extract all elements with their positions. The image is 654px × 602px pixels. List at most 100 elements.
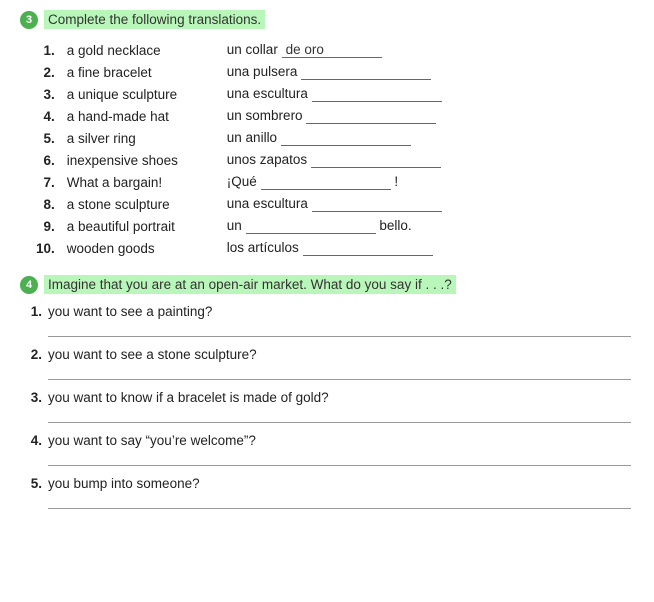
translation-row: 3.a unique sculpture una escultura [30,83,644,105]
section4-title-text: Imagine that you are at an open-air mark… [48,277,444,292]
translation-table: 1.a gold necklaceun collar de oro2.a fin… [30,39,644,259]
spanish-text: unos zapatos [221,149,644,171]
question-number: 4. [20,433,42,448]
suffix-text: ! [394,174,398,189]
english-text: wooden goods [61,237,221,259]
answer-line[interactable] [48,407,631,423]
translation-row: 8.a stone sculpture una escultura [30,193,644,215]
question-number: 2. [20,347,42,362]
question-row: 4. you want to say “you’re welcome”? [20,433,634,448]
translation-row: 5.a silver ring un anillo [30,127,644,149]
spanish-prefix: una escultura [227,86,312,101]
answer-underline [281,130,411,146]
answer-underline [312,196,442,212]
spanish-prefix: una pulsera [227,64,301,79]
answer-line[interactable] [48,493,631,509]
english-text: inexpensive shoes [61,149,221,171]
spanish-prefix: ¡Qué [227,174,261,189]
translation-row: 6.inexpensive shoes unos zapatos [30,149,644,171]
section4-title-suffix: ? [444,277,452,292]
answer-underline [261,174,391,190]
spanish-prefix: un [227,218,246,233]
spanish-text: una escultura [221,83,644,105]
translation-row: 4.a hand-made hat un sombrero [30,105,644,127]
answer-underline [303,240,433,256]
question-number: 3. [20,390,42,405]
spanish-prefix: un anillo [227,130,281,145]
spanish-prefix: un sombrero [227,108,307,123]
row-number: 7. [30,171,61,193]
question-row: 3. you want to know if a bracelet is made… [20,390,634,405]
section3-number: 3 [20,11,38,29]
answer-line[interactable] [48,364,631,380]
section4-header: 4 Imagine that you are at an open-air ma… [20,275,634,294]
question-text: you want to see a stone sculpture? [48,347,257,362]
spanish-text: un anillo [221,127,644,149]
spanish-text: ¡Qué ! [221,171,644,193]
translation-row: 1.a gold necklaceun collar de oro [30,39,644,61]
spanish-text: un bello. [221,215,644,237]
row-number: 8. [30,193,61,215]
section4: 4 Imagine that you are at an open-air ma… [20,275,634,509]
section3-title: Complete the following translations. [44,10,265,29]
suffix-text: bello. [379,218,411,233]
english-text: What a bargain! [61,171,221,193]
english-text: a silver ring [61,127,221,149]
section3: 3 Complete the following translations. 1… [20,10,634,259]
open-question-block: 5. you bump into someone? [20,476,634,509]
answer-underline: de oro [282,42,382,58]
english-text: a hand-made hat [61,105,221,127]
question-number: 5. [20,476,42,491]
answer-filled-text: de oro [286,42,324,57]
spanish-text: un collar de oro [221,39,644,61]
answer-underline [312,86,442,102]
spanish-text: una pulsera [221,61,644,83]
section4-number: 4 [20,276,38,294]
open-question-block: 3. you want to know if a bracelet is made… [20,390,634,423]
question-text: you want to say “you’re welcome”? [48,433,256,448]
english-text: a beautiful portrait [61,215,221,237]
open-question-block: 4. you want to say “you’re welcome”? [20,433,634,466]
answer-line[interactable] [48,450,631,466]
question-text: you want to see a painting? [48,304,212,319]
answer-underline [246,218,376,234]
row-number: 2. [30,61,61,83]
answer-underline [311,152,441,168]
translation-row: 10.wooden goods los artículos [30,237,644,259]
row-number: 1. [30,39,61,61]
open-question-block: 2. you want to see a stone sculpture? [20,347,634,380]
section4-title: Imagine that you are at an open-air mark… [44,275,456,294]
row-number: 4. [30,105,61,127]
spanish-text: los artículos [221,237,644,259]
row-number: 9. [30,215,61,237]
spanish-prefix: una escultura [227,196,312,211]
english-text: a unique sculpture [61,83,221,105]
question-number: 1. [20,304,42,319]
translation-row: 2.a fine bracelet una pulsera [30,61,644,83]
question-text: you want to know if a bracelet is made o… [48,390,329,405]
question-row: 5. you bump into someone? [20,476,634,491]
spanish-prefix: unos zapatos [227,152,311,167]
question-row: 2. you want to see a stone sculpture? [20,347,634,362]
spanish-text: un sombrero [221,105,644,127]
answer-underline [301,64,431,80]
spanish-text: una escultura [221,193,644,215]
english-text: a stone sculpture [61,193,221,215]
row-number: 3. [30,83,61,105]
translation-row: 7.What a bargain!¡Qué ! [30,171,644,193]
spanish-prefix: un collar [227,42,282,57]
translation-row: 9.a beautiful portraitun bello. [30,215,644,237]
open-questions-container: 1. you want to see a painting? 2. you want … [20,304,634,509]
row-number: 6. [30,149,61,171]
answer-line[interactable] [48,321,631,337]
question-text: you bump into someone? [48,476,200,491]
english-text: a gold necklace [61,39,221,61]
spanish-prefix: los artículos [227,240,303,255]
row-number: 10. [30,237,61,259]
section3-header: 3 Complete the following translations. [20,10,634,29]
english-text: a fine bracelet [61,61,221,83]
open-question-block: 1. you want to see a painting? [20,304,634,337]
answer-underline [306,108,436,124]
row-number: 5. [30,127,61,149]
question-row: 1. you want to see a painting? [20,304,634,319]
